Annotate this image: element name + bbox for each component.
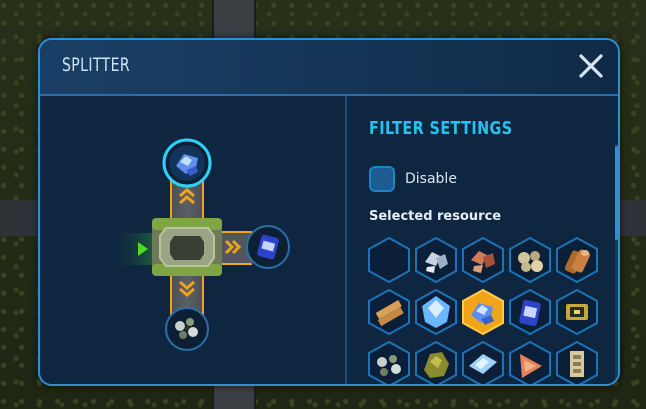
resource-slot-glass[interactable]: [461, 340, 505, 384]
background-belt: [212, 0, 256, 40]
close-icon: [579, 54, 603, 78]
resource-slot-copper-ingot[interactable]: [508, 340, 552, 384]
brick-icon: [570, 351, 584, 377]
resource-slot-brick[interactable]: [555, 340, 599, 384]
background-belt: [620, 200, 646, 236]
right-output-node[interactable]: [246, 225, 290, 269]
resource-slot-stone[interactable]: [508, 236, 552, 284]
window-titlebar: SPLITTER: [40, 40, 618, 96]
resource-slot-blue-canister[interactable]: [508, 288, 552, 336]
bottom-output-node[interactable]: [165, 307, 209, 351]
resource-slot-circuit[interactable]: [555, 288, 599, 336]
resource-slot-blue-crystal-selected[interactable]: [461, 288, 505, 336]
resource-slot-empty[interactable]: [367, 236, 411, 284]
resource-slot-crystal[interactable]: [414, 288, 458, 336]
resource-slot-iron-ore[interactable]: [414, 236, 458, 284]
background-belt: [212, 386, 256, 409]
splitter-diagram: [108, 138, 290, 351]
disable-label: Disable: [405, 171, 457, 187]
selected-resource-label: Selected resource: [369, 209, 502, 224]
splitter-window: SPLITTER FILTER SETTINGS Disable Selecte…: [38, 38, 620, 386]
scrollbar-thumb[interactable]: [615, 146, 618, 240]
resource-slot-wood-log[interactable]: [555, 236, 599, 284]
filter-settings-title: FILTER SETTINGS: [369, 118, 513, 139]
splitter-diagram-panel: [40, 96, 345, 384]
close-button[interactable]: [578, 53, 604, 79]
background-belt: [0, 200, 40, 236]
resource-slot-sulfur[interactable]: [414, 340, 458, 384]
window-title: SPLITTER: [62, 54, 131, 76]
resource-slot-mixed-ore[interactable]: [367, 340, 411, 384]
splitter-block-icon: [152, 218, 222, 276]
filter-settings-panel: FILTER SETTINGS Disable Selected resourc…: [347, 96, 618, 384]
circuit-icon: [566, 304, 588, 320]
disable-checkbox[interactable]: [369, 166, 395, 192]
top-output-node[interactable]: [162, 138, 212, 188]
resource-slot-wood-plank[interactable]: [367, 288, 411, 336]
resource-slot-copper-ore[interactable]: [461, 236, 505, 284]
